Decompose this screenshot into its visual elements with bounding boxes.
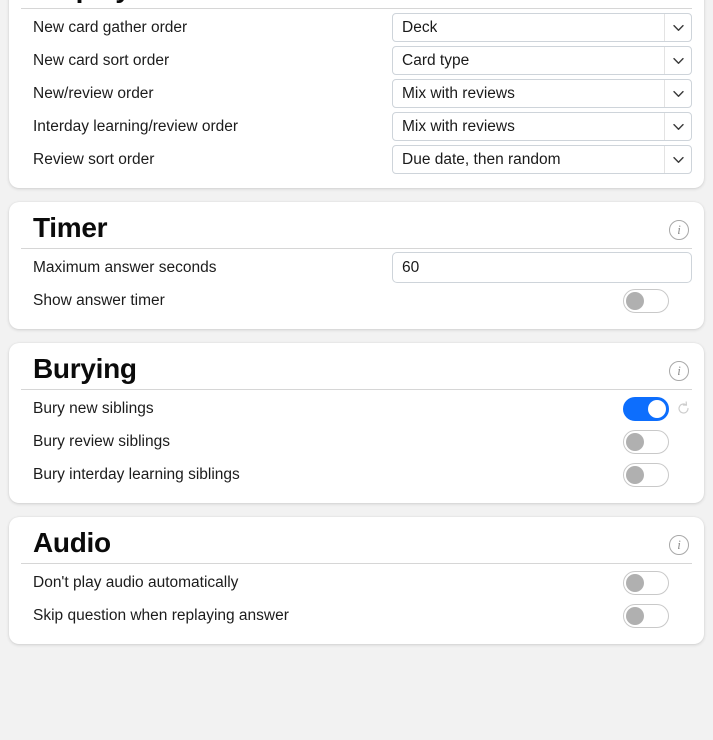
- setting-control: [623, 396, 692, 421]
- select-new-card-gather-order[interactable]: Deck: [392, 13, 692, 42]
- setting-label: Bury review siblings: [33, 432, 170, 450]
- toggle-wrap: [623, 462, 692, 487]
- settings-card-burying: Burying i Bury new siblings Bury review sib…: [9, 343, 704, 503]
- setting-label: Skip question when replaying answer: [33, 606, 289, 624]
- input-maximum-answer-seconds[interactable]: 60: [392, 252, 692, 283]
- setting-control: [623, 570, 692, 595]
- select-interday-learning-review-order[interactable]: Mix with reviews: [392, 112, 692, 141]
- toggle-wrap: [623, 396, 692, 421]
- chevron-down-icon[interactable]: [664, 80, 691, 107]
- select-review-sort-order[interactable]: Due date, then random: [392, 145, 692, 174]
- setting-control: 60: [392, 252, 692, 283]
- chevron-down-icon[interactable]: [664, 14, 691, 41]
- toggle-bury-interday-learning-siblings[interactable]: [623, 462, 669, 487]
- setting-row: Bury interday learning siblings: [21, 458, 692, 491]
- setting-row: Maximum answer seconds 60: [21, 251, 692, 284]
- setting-control: Due date, then random: [392, 145, 692, 174]
- setting-row: Don't play audio automatically: [21, 566, 692, 599]
- deck-options-page: Display OrderiNew card gather orderDeckN…: [0, 0, 713, 702]
- select-value: Mix with reviews: [402, 84, 515, 102]
- setting-label: New card sort order: [33, 51, 170, 69]
- section-title: Audio: [33, 527, 111, 558]
- toggle-knob: [626, 573, 644, 592]
- setting-label: Review sort order: [33, 150, 155, 168]
- card-header: Timer i: [21, 202, 692, 249]
- revert-icon[interactable]: [674, 401, 692, 416]
- setting-row: Interday learning/review order Mix with r…: [21, 110, 692, 143]
- info-icon[interactable]: i: [669, 535, 689, 555]
- select-value: Due date, then random: [402, 150, 561, 168]
- settings-card-display-order: Display OrderiNew card gather orderDeckN…: [9, 0, 704, 188]
- setting-label: Bury interday learning siblings: [33, 465, 240, 483]
- setting-control: Card type: [392, 46, 692, 75]
- setting-row: Skip question when replaying answer: [21, 599, 692, 632]
- select-value: Mix with reviews: [402, 117, 515, 135]
- toggle-knob: [648, 399, 666, 418]
- setting-label: Don't play audio automatically: [33, 573, 239, 591]
- toggle-show-answer-timer[interactable]: [623, 288, 669, 313]
- toggle-wrap: [623, 288, 692, 313]
- select-new-review-order[interactable]: Mix with reviews: [392, 79, 692, 108]
- setting-control: Mix with reviews: [392, 79, 692, 108]
- setting-row: New card sort order Card type: [21, 44, 692, 77]
- setting-row: New/review order Mix with reviews: [21, 77, 692, 110]
- section-title: Timer: [33, 212, 108, 243]
- setting-control: [623, 462, 692, 487]
- toggle-wrap: [623, 570, 692, 595]
- setting-label: Bury new siblings: [33, 399, 154, 417]
- toggle-knob: [626, 432, 644, 451]
- select-new-card-sort-order[interactable]: Card type: [392, 46, 692, 75]
- toggle-knob: [626, 606, 644, 625]
- toggle-skip-question-when-replaying-answer[interactable]: [623, 603, 669, 628]
- card-header: Burying i: [21, 343, 692, 390]
- toggle-bury-review-siblings[interactable]: [623, 429, 669, 454]
- toggle-bury-new-siblings[interactable]: [623, 396, 669, 421]
- setting-row: Bury review siblings: [21, 425, 692, 458]
- setting-label: New/review order: [33, 84, 154, 102]
- setting-control: [623, 603, 692, 628]
- toggle-don-t-play-audio-automatically[interactable]: [623, 570, 669, 595]
- card-header: Display Orderi: [21, 0, 692, 9]
- toggle-knob: [626, 465, 644, 484]
- toggle-wrap: [623, 429, 692, 454]
- toggle-wrap: [623, 603, 692, 628]
- setting-label: New card gather order: [33, 18, 188, 36]
- setting-label: Interday learning/review order: [33, 117, 239, 135]
- settings-card-audio: Audio i Don't play audio automatically Skip…: [9, 517, 704, 644]
- setting-label: Maximum answer seconds: [33, 258, 217, 276]
- section-title: Display Order: [33, 0, 213, 4]
- card-header: Audio i: [21, 517, 692, 564]
- setting-row: Review sort order Due date, then random: [21, 143, 692, 176]
- setting-row: Show answer timer: [21, 284, 692, 317]
- setting-control: [623, 288, 692, 313]
- info-icon[interactable]: i: [669, 220, 689, 240]
- setting-row: Bury new siblings: [21, 392, 692, 425]
- setting-row: New card gather order Deck: [21, 11, 692, 44]
- setting-control: [623, 429, 692, 454]
- chevron-down-icon[interactable]: [664, 146, 691, 173]
- settings-card-list: Display OrderiNew card gather orderDeckN…: [0, 0, 713, 644]
- setting-control: Deck: [392, 13, 692, 42]
- settings-card-timer: Timer i Maximum answer seconds 60 Show answe…: [9, 202, 704, 329]
- setting-label: Show answer timer: [33, 291, 165, 309]
- select-value: Card type: [402, 51, 470, 69]
- section-title: Burying: [33, 353, 137, 384]
- select-value: Deck: [402, 18, 438, 36]
- chevron-down-icon[interactable]: [664, 113, 691, 140]
- setting-control: Mix with reviews: [392, 112, 692, 141]
- toggle-knob: [626, 291, 644, 310]
- info-icon[interactable]: i: [669, 361, 689, 381]
- chevron-down-icon[interactable]: [664, 47, 691, 74]
